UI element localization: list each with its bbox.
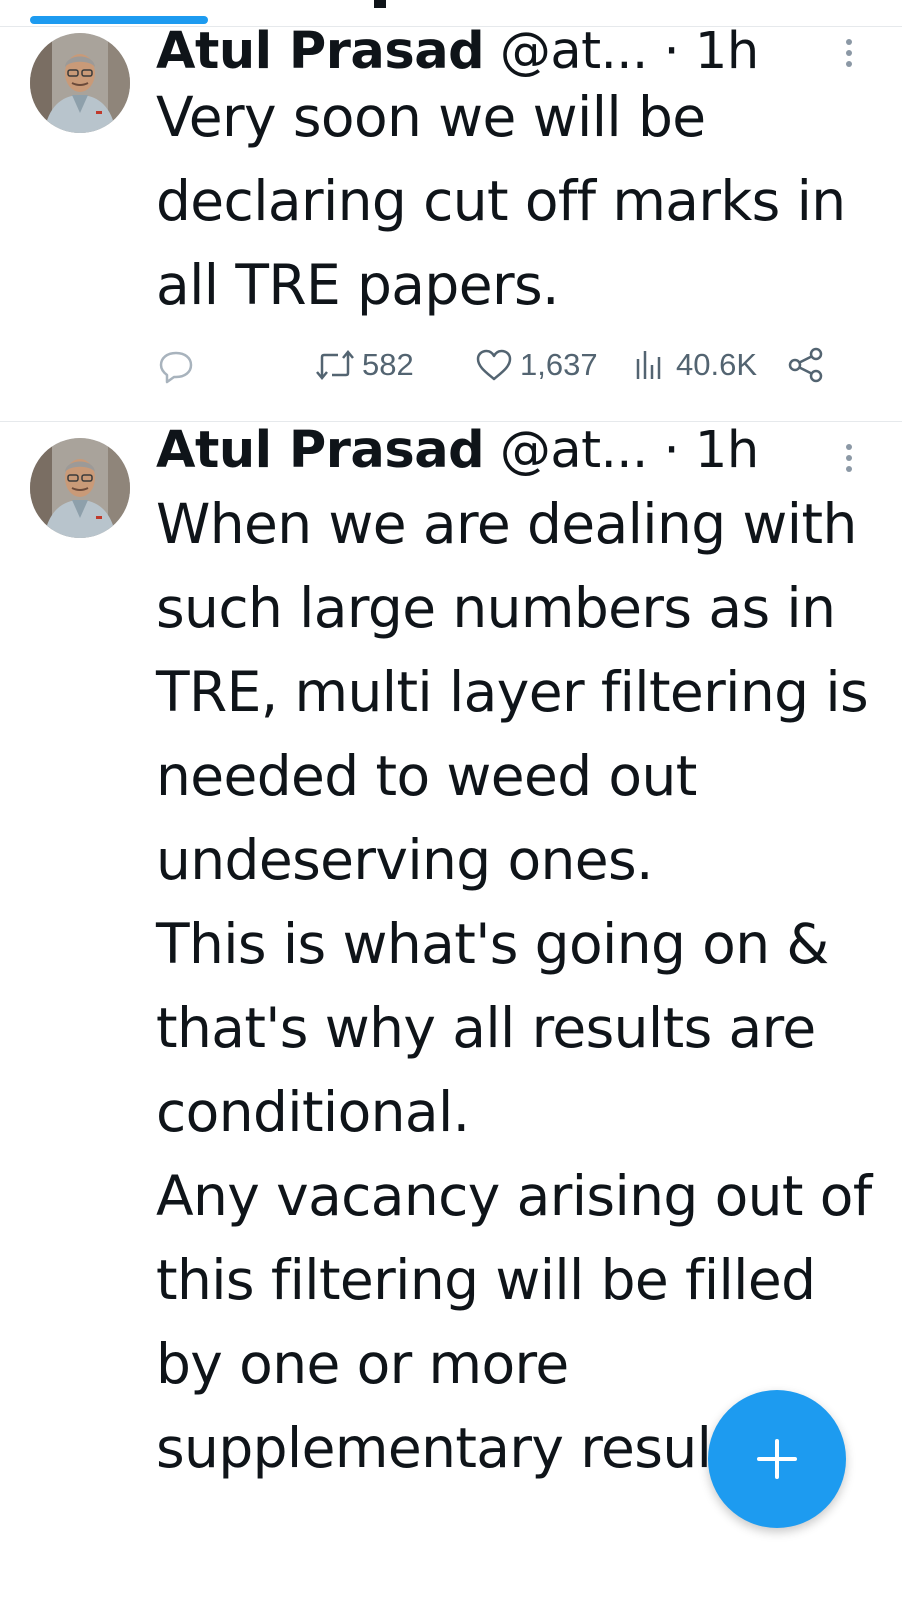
views-button[interactable]: 40.6K: [630, 343, 757, 387]
view-count: 40.6K: [676, 347, 758, 382]
tweet-text: Very soon we will be declaring cut off m…: [156, 75, 876, 327]
author-handle[interactable]: @at...: [500, 27, 648, 81]
tweet-time[interactable]: · 1h: [663, 27, 759, 81]
avatar[interactable]: [30, 33, 130, 133]
plus-icon: [757, 1439, 797, 1479]
reply-icon: [159, 351, 193, 384]
views-bar-chart-icon: [636, 351, 661, 379]
like-count: 1,637: [520, 347, 598, 382]
more-options-icon[interactable]: [844, 39, 854, 71]
share-icon: [788, 347, 823, 383]
retweet-button[interactable]: 582: [314, 343, 414, 387]
tweet-paragraph: When we are dealing with such large numb…: [156, 492, 869, 892]
active-tab-indicator: [30, 16, 208, 24]
heart-icon: [476, 349, 512, 381]
tweet-paragraph: This is what's going on & that's why all…: [156, 912, 829, 1144]
author-name[interactable]: Atul Prasad: [156, 422, 485, 480]
tweet-1[interactable]: Atul Prasad @at... · 1h Very soon we wil…: [0, 27, 902, 422]
more-options-icon[interactable]: [844, 444, 854, 476]
tweet-header: Atul Prasad @at... · 1h: [156, 425, 816, 482]
retweet-count: 582: [362, 347, 414, 382]
avatar[interactable]: [30, 438, 130, 538]
top-tab-bar: [0, 0, 902, 27]
author-name[interactable]: Atul Prasad: [156, 27, 485, 81]
like-button[interactable]: 1,637: [474, 343, 598, 387]
reply-button[interactable]: [156, 343, 202, 387]
share-button[interactable]: [786, 343, 832, 387]
tweet-text: When we are dealing with such large numb…: [156, 482, 876, 1490]
tweet-actions: 582 1,637 40.6K: [156, 343, 846, 387]
tweet-paragraph: Very soon we will be declaring cut off m…: [156, 85, 846, 317]
avatar-image: [30, 33, 130, 133]
clipped-header-glyph: [374, 0, 386, 8]
author-handle[interactable]: @at...: [500, 422, 648, 480]
retweet-icon: [316, 350, 354, 380]
avatar-image: [30, 438, 130, 538]
compose-tweet-button[interactable]: [708, 1390, 846, 1528]
tweet-time[interactable]: · 1h: [663, 422, 759, 480]
